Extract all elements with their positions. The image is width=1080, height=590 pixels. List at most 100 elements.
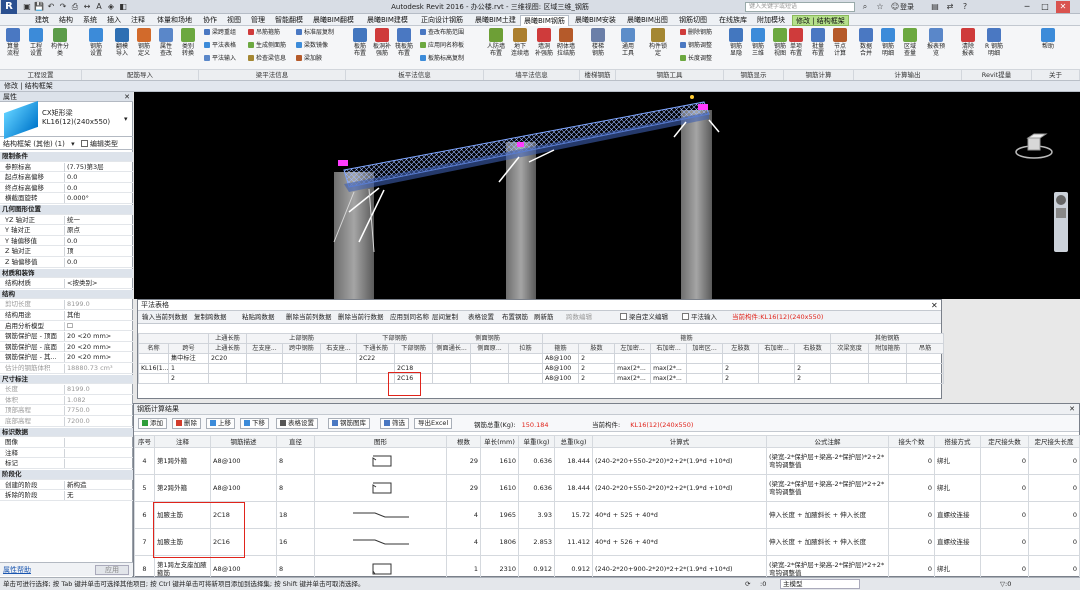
result-cell-unit[interactable]: 2.853	[518, 528, 555, 556]
property-section[interactable]: 阶段化	[0, 470, 133, 480]
result-cell-total[interactable]: 18.444	[554, 447, 593, 475]
table-cell[interactable]: 2	[722, 363, 760, 374]
ribbon-button-16[interactable]: 通用 工具	[618, 28, 638, 57]
result-cell-dia[interactable]: 8	[276, 474, 315, 502]
property-value[interactable]: 7200.0	[64, 417, 130, 426]
ribbon-tab-14[interactable]: 晨曦BIM钢筋	[520, 15, 569, 26]
result-button-4[interactable]: 表格设置	[276, 418, 318, 429]
ribbon-tab-3[interactable]: 插入	[104, 15, 124, 26]
ribbon-button-14[interactable]: 砌体墙 拉结筋	[556, 28, 576, 57]
result-cell-desc[interactable]: A8@100	[210, 447, 277, 475]
3d-icon[interactable]: ◈	[106, 2, 116, 12]
login-link[interactable]: 登录	[900, 2, 914, 12]
result-cell-fixed[interactable]: 0	[980, 528, 1029, 556]
result-button-2[interactable]: 上移	[206, 418, 235, 429]
table-cell[interactable]	[508, 363, 544, 374]
table-cell[interactable]: A8@100	[542, 373, 580, 384]
close-icon[interactable]: ✕	[124, 92, 130, 102]
table-cell[interactable]: 1	[168, 363, 209, 374]
table-cell[interactable]: KL16(1...	[138, 363, 169, 374]
ribbon-button-26[interactable]: 区域 查量	[900, 28, 920, 57]
table-cell[interactable]	[906, 373, 945, 384]
ribbon-tab-11[interactable]: 晨曦BIM建模	[364, 15, 411, 26]
steering-wheel-icon[interactable]	[1056, 195, 1066, 205]
table-cell[interactable]	[470, 353, 510, 364]
table-cell[interactable]	[246, 373, 283, 384]
ribbon-small-button-4[interactable]: 生成侧面筋	[248, 42, 286, 50]
ribbon-button-30[interactable]: 帮助	[1038, 28, 1058, 50]
ribbon-button-7[interactable]: 类别 转换	[178, 28, 198, 57]
result-cell-total[interactable]: 15.72	[554, 501, 593, 529]
minimize-button[interactable]: ─	[1020, 1, 1034, 13]
ribbon-small-button-11[interactable]: 板筋标高复制	[420, 55, 464, 63]
table-cell[interactable]	[686, 373, 724, 384]
revit-logo-icon[interactable]: R	[1, 0, 17, 14]
ribbon-button-18[interactable]: 钢筋 显隐	[726, 28, 746, 57]
result-button-1[interactable]: 删除	[172, 418, 201, 429]
property-section[interactable]: 材质和装饰	[0, 268, 133, 279]
result-cell-no[interactable]: 7	[134, 528, 155, 556]
table-cell[interactable]	[758, 363, 796, 374]
table-cell[interactable]	[830, 373, 870, 384]
result-cell-length[interactable]: 1806	[480, 528, 519, 556]
table-cell[interactable]	[282, 353, 321, 364]
table-cell[interactable]	[906, 363, 945, 374]
result-button-0[interactable]: 添加	[138, 418, 167, 429]
ribbon-button-22[interactable]: 批量 布置	[808, 28, 828, 57]
ribbon-button-17[interactable]: 构件锁定	[648, 28, 668, 57]
table-cell[interactable]: 2	[722, 373, 760, 384]
cart-icon[interactable]: ▤	[930, 2, 940, 12]
ribbon-button-2[interactable]: 构件分类	[50, 28, 70, 57]
maximize-button[interactable]: □	[1038, 1, 1052, 13]
result-cell-annot[interactable]: (梁宽-2*保护层+梁高-2*保护层)*2+2*弯钩调整值	[766, 474, 889, 502]
ribbon-small-button-10[interactable]: 应用同名称板	[420, 42, 464, 50]
ribbon-button-4[interactable]: 翻模 导入	[112, 28, 132, 57]
table-tool-2[interactable]: 粘贴跨数据	[242, 311, 275, 324]
property-value[interactable]: 8199.0	[64, 300, 130, 310]
result-cell-method[interactable]: 绑扎	[934, 474, 981, 502]
properties-help-link[interactable]: 属性帮助	[3, 566, 31, 574]
open-icon[interactable]: ▣	[22, 2, 32, 12]
ribbon-small-button-3[interactable]: 吊筋箍筋	[248, 29, 280, 37]
ribbon-tab-19[interactable]: 附加模块	[754, 15, 788, 26]
ribbon-button-10[interactable]: 筏板筋 布置	[394, 28, 414, 57]
property-value[interactable]: 其他	[64, 311, 130, 320]
table-cell[interactable]	[758, 373, 796, 384]
property-value[interactable]	[64, 438, 130, 448]
ribbon-button-6[interactable]: 属性 查改	[156, 28, 176, 57]
table-cell[interactable]	[138, 373, 169, 384]
result-cell-count[interactable]: 29	[446, 474, 481, 502]
property-value[interactable]: 7750.0	[64, 406, 130, 416]
result-cell-note[interactable]: 加腋主筋	[154, 501, 211, 529]
ribbon-tab-6[interactable]: 协作	[200, 15, 220, 26]
ribbon-button-8[interactable]: 板筋 布置	[350, 28, 370, 57]
table-tool-0[interactable]: 输入当前列数据	[142, 311, 188, 324]
ribbon-button-23[interactable]: 节点 计算	[830, 28, 850, 57]
ribbon-button-29[interactable]: R 钢筋明细	[984, 28, 1004, 57]
table-tool-1[interactable]: 复制跨数据	[194, 311, 227, 324]
table-row[interactable]: 5 第2跨外箍 A8@100 8 29 1610 0.636 18.444 (240-2*20+…	[134, 474, 1080, 502]
table-tool-5[interactable]: 应用到同名称	[390, 311, 429, 324]
result-cell-no[interactable]: 4	[134, 447, 155, 475]
property-value[interactable]: 1.082	[64, 395, 130, 405]
table-cell[interactable]: 2C18	[394, 363, 434, 374]
ribbon-button-24[interactable]: 数据 合并	[856, 28, 876, 57]
result-cell-desc[interactable]: 2C18	[210, 501, 277, 529]
result-cell-joints[interactable]: 0	[888, 447, 935, 475]
table-cell[interactable]: 2	[578, 353, 616, 364]
result-cell-note[interactable]: 第1跨外箍	[154, 447, 211, 475]
result-cell-joints[interactable]: 0	[888, 474, 935, 502]
result-cell-method[interactable]: 直螺纹连接	[934, 501, 981, 529]
table-tool-6[interactable]: 层间复制	[432, 311, 458, 324]
ribbon-tab-9[interactable]: 智能翻模	[272, 15, 306, 26]
property-value[interactable]: 无	[64, 491, 130, 501]
zoom-icon[interactable]	[1056, 208, 1066, 218]
measure-icon[interactable]: ↔	[82, 2, 92, 12]
result-cell-count[interactable]: 4	[446, 501, 481, 529]
property-value[interactable]: 0.0	[64, 236, 130, 246]
result-cell-length[interactable]: 1965	[480, 501, 519, 529]
save-icon[interactable]: 💾	[34, 2, 44, 12]
result-cell-formula[interactable]: 40*d + 526 + 40*d	[592, 528, 767, 556]
text-icon[interactable]: A	[94, 2, 104, 12]
ribbon-tab-2[interactable]: 系统	[80, 15, 100, 26]
